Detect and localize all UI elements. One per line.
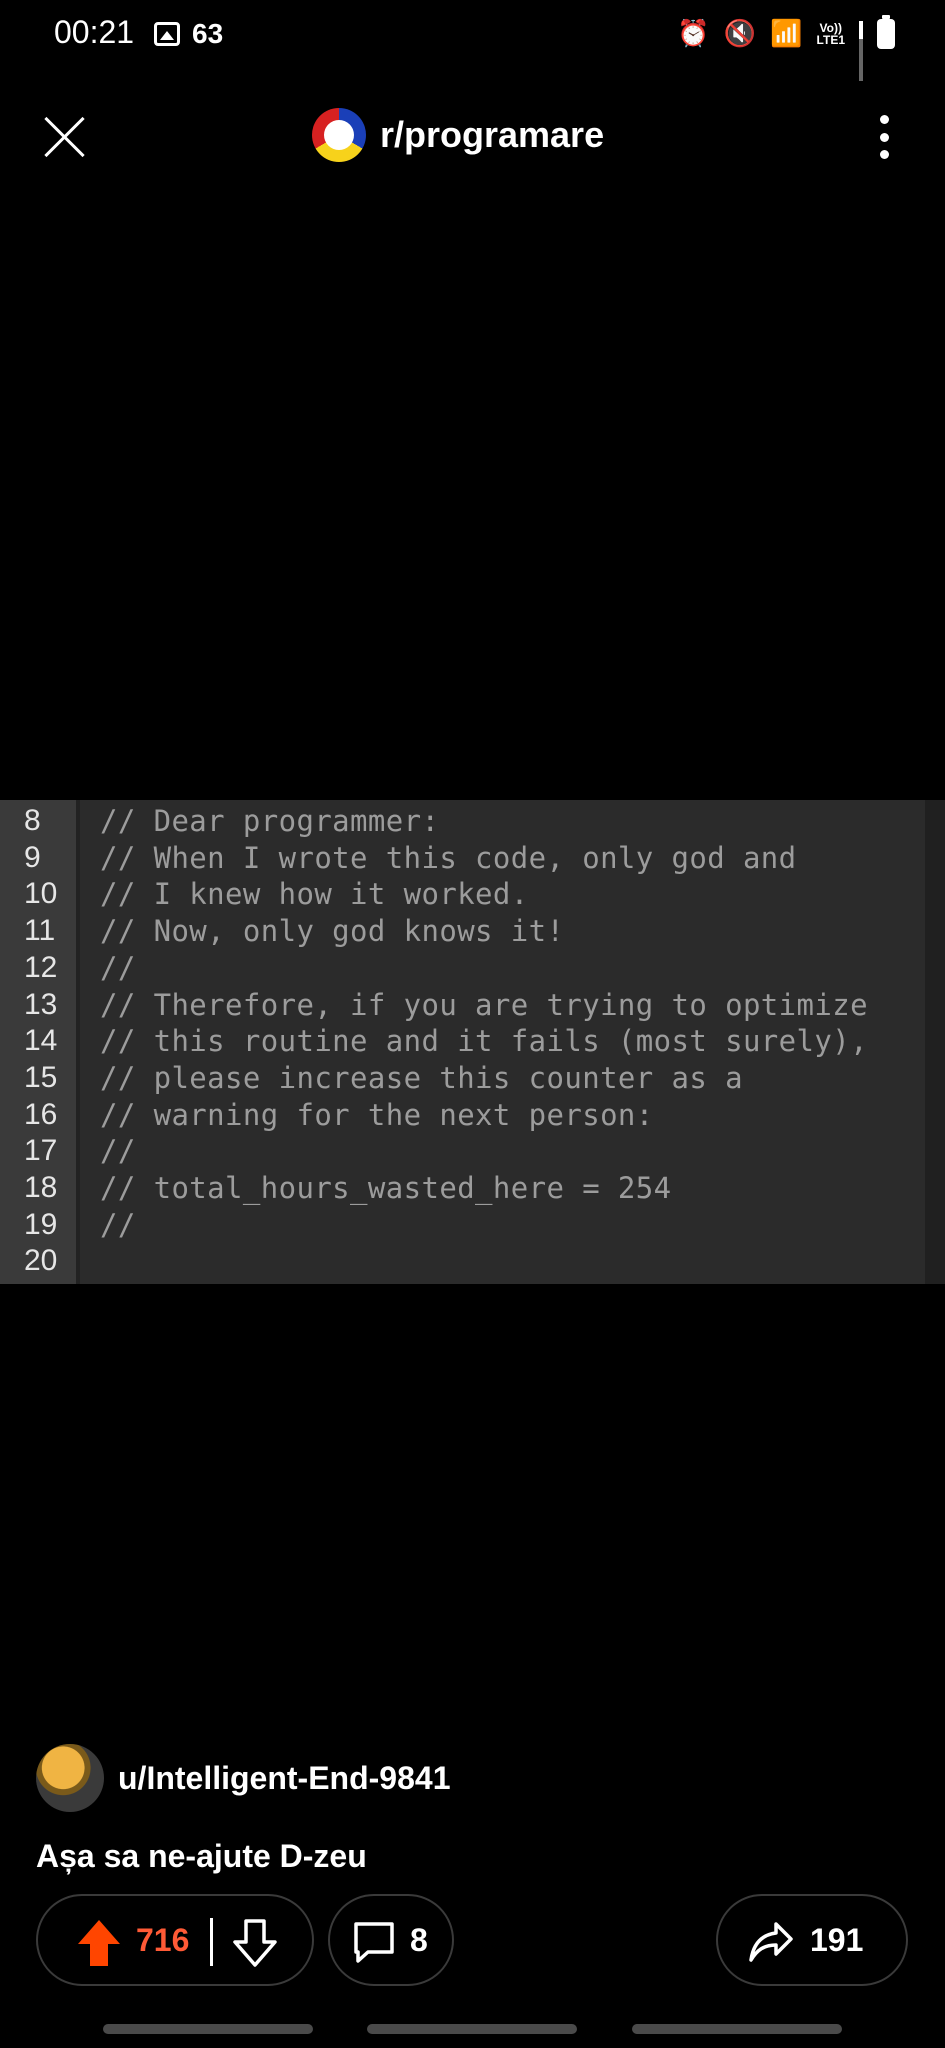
vote-pill: 716 <box>36 1894 314 1986</box>
code-text: // Dear programmer: <box>100 804 440 838</box>
network-label-top: Vo)) <box>819 20 842 35</box>
more-icon[interactable] <box>879 115 889 159</box>
line-number: 13 <box>24 987 58 1021</box>
line-number: 15 <box>24 1060 58 1094</box>
code-text: // <box>100 950 136 985</box>
notification-count: 63 <box>192 18 224 49</box>
code-text: // Therefore, if you are trying to optim… <box>100 987 868 1022</box>
share-icon <box>749 1922 793 1962</box>
post-author[interactable]: u/Intelligent-End-9841 <box>36 1744 450 1812</box>
network-type-label: Vo)) LTE1 <box>817 22 845 46</box>
code-line: 18 // total_hours_wasted_here = 254 <box>0 1171 945 1207</box>
subreddit-link[interactable]: r/programare <box>312 108 604 162</box>
code-line: 14 // this routine and it fails (most sur… <box>0 1024 945 1060</box>
nav-bar-right[interactable] <box>632 2024 842 2034</box>
mute-icon: 🔇 <box>723 18 757 48</box>
upvote-icon[interactable] <box>76 1918 122 1968</box>
signal-icon <box>859 20 863 81</box>
code-text: // When I wrote this code, only god and <box>100 840 797 875</box>
line-number: 17 <box>24 1134 58 1168</box>
line-number: 19 <box>24 1207 58 1241</box>
code-line: 11 // Now, only god knows it! <box>0 914 945 950</box>
comment-count: 8 <box>410 1922 428 1958</box>
author-avatar <box>36 1744 104 1812</box>
post-title: Așa sa ne-ajute D-zeu <box>36 1838 367 1874</box>
code-text: // warning for the next person: <box>100 1097 654 1132</box>
code-text: // I knew how it worked. <box>100 877 529 912</box>
code-text: // Now, only god knows it! <box>100 914 565 949</box>
wifi-icon: 📶 <box>770 18 803 48</box>
code-line: 16 // warning for the next person: <box>0 1098 945 1134</box>
vote-divider <box>210 1918 213 1966</box>
battery-icon <box>877 14 895 49</box>
subreddit-avatar <box>312 108 366 162</box>
upvote-count: 716 <box>136 1922 190 1958</box>
line-number: 16 <box>24 1097 58 1131</box>
line-number: 14 <box>24 1024 58 1058</box>
gallery-icon <box>154 22 180 46</box>
code-text: // this routine and it fails (most surel… <box>100 1024 868 1059</box>
downvote-icon[interactable] <box>232 1918 278 1968</box>
comment-icon <box>354 1922 394 1963</box>
code-line: 20 <box>0 1244 945 1280</box>
post-image[interactable]: 8 // Dear programmer: 9 // When I wrote thi… <box>0 800 945 1284</box>
code-line: 13 // Therefore, if you are trying to opt… <box>0 988 945 1024</box>
comments-button[interactable]: 8 <box>328 1894 454 1986</box>
line-number: 9 <box>24 840 41 874</box>
line-number: 20 <box>24 1244 58 1278</box>
code-line: 8 // Dear programmer: <box>0 804 945 840</box>
code-text: // please increase this counter as a <box>100 1060 743 1095</box>
code-text: // <box>100 1134 136 1169</box>
share-button[interactable]: 191 <box>716 1894 908 1986</box>
subreddit-name: r/programare <box>380 114 605 155</box>
line-number: 8 <box>24 804 41 837</box>
nav-bar-home[interactable] <box>367 2024 577 2034</box>
close-icon[interactable] <box>40 112 90 162</box>
line-number: 18 <box>24 1171 58 1204</box>
code-text: // <box>100 1207 136 1242</box>
code-text: // total_hours_wasted_here = 254 <box>100 1171 672 1205</box>
code-line: 17 // <box>0 1134 945 1170</box>
alarm-icon: ⏰ <box>677 18 710 48</box>
post-header: r/programare <box>0 100 945 180</box>
share-count: 191 <box>810 1922 864 1958</box>
status-bar: 00:21 63 ⏰ 🔇 📶 Vo)) LTE1 <box>0 0 945 81</box>
code-line: 12 // <box>0 951 945 987</box>
author-name: u/Intelligent-End-9841 <box>118 1759 451 1796</box>
code-line: 10 // I knew how it worked. <box>0 877 945 913</box>
code-line: 15 // please increase this counter as a <box>0 1061 945 1097</box>
code-line: 19 // <box>0 1208 945 1244</box>
code-line: 9 // When I wrote this code, only god and <box>0 841 945 877</box>
status-time: 00:21 <box>54 14 135 50</box>
line-number: 12 <box>24 950 58 984</box>
network-label-bottom: LTE1 <box>816 32 845 47</box>
line-number: 11 <box>24 914 56 948</box>
line-number: 10 <box>24 877 58 911</box>
status-icons: ⏰ 🔇 📶 Vo)) LTE1 <box>677 14 895 81</box>
nav-bar-left[interactable] <box>103 2024 313 2034</box>
